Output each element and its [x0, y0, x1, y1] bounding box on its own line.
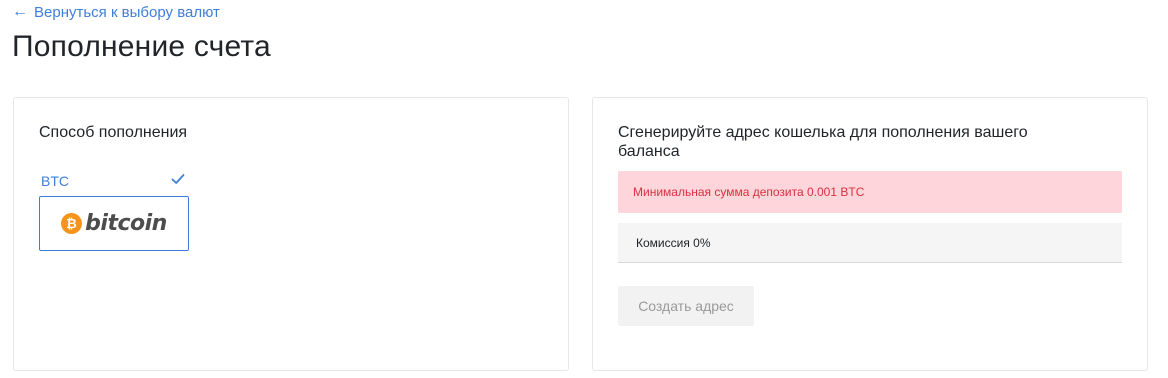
method-code-label: BTC: [41, 173, 69, 189]
bitcoin-method-option[interactable]: ₿ bitcoin: [39, 196, 189, 251]
check-icon: [171, 174, 185, 184]
generate-address-card: Сгенерируйте адрес кошелька для пополнен…: [592, 97, 1148, 371]
fee-info: Комиссия 0%: [618, 223, 1122, 263]
svg-text:₿: ₿: [66, 217, 77, 232]
generate-address-heading: Сгенерируйте адрес кошелька для пополнен…: [618, 124, 1028, 160]
back-to-currencies-link[interactable]: ← Вернуться к выбору валют: [12, 2, 220, 22]
bitcoin-wordmark: bitcoin: [85, 211, 167, 236]
deposit-method-heading: Способ пополнения: [39, 124, 188, 141]
back-link-label: Вернуться к выбору валют: [34, 3, 220, 21]
create-address-button[interactable]: Создать адрес: [618, 286, 754, 326]
arrow-left-icon: ←: [12, 3, 28, 20]
bitcoin-coin-icon: ₿: [61, 213, 83, 234]
deposit-method-card: Способ пополнения BTC ₿ bitcoin: [13, 97, 569, 371]
bitcoin-logo: ₿ bitcoin: [61, 211, 167, 236]
page-title: Пополнение счета: [12, 30, 271, 63]
min-deposit-alert: Минимальная сумма депозита 0.001 BTC: [618, 171, 1122, 213]
